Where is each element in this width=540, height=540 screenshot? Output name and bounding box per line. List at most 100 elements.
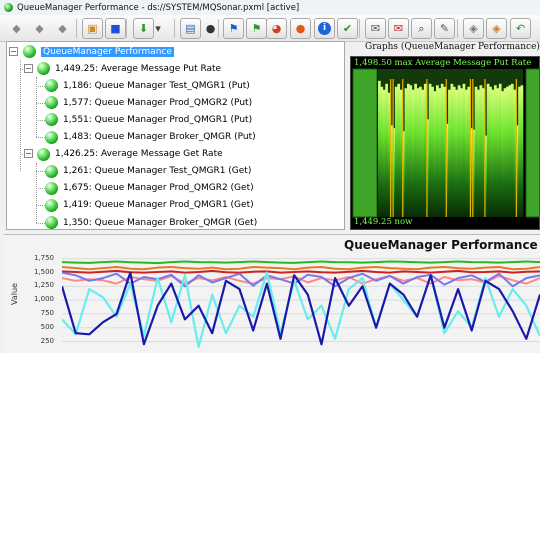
cube-gray-button[interactable]: ◆: [6, 18, 27, 39]
series-line: [62, 260, 540, 265]
tree-group-node[interactable]: 1,449.25: Average Message Put Rate: [37, 60, 221, 77]
tree-node-label: 1,483: Queue Manager Broker_QMGR (Put): [63, 132, 256, 142]
tree-node-label: 1,419: Queue Manager Prod_QMGR1 (Get): [63, 200, 254, 211]
collapse-toggle[interactable]: −: [9, 46, 18, 56]
flag-button[interactable]: ⚑: [223, 18, 244, 39]
message-close-button[interactable]: ✉: [388, 18, 409, 39]
gauge-marker: [484, 79, 486, 217]
camera-icon: ●: [205, 22, 216, 35]
tools-button[interactable]: ✎: [434, 18, 455, 39]
tag-alt-icon: ◈: [492, 22, 501, 35]
gauge-bar: [455, 89, 459, 217]
package-icon: ▣: [87, 22, 98, 35]
gauge-bar: [399, 89, 403, 217]
tree-root-node[interactable]: QueueManager Performance: [23, 43, 174, 60]
package-button[interactable]: ▣: [82, 18, 103, 39]
tree-node-label: 1,449.25: Average Message Put Rate: [55, 63, 222, 74]
tree-leaf-node[interactable]: 1,551: Queue Manager Prod_QMGR1 (Put): [45, 111, 252, 128]
cube-gray-icon: ◆: [58, 22, 67, 35]
line-chart-plot: [62, 258, 540, 349]
status-ball-icon: [45, 164, 58, 178]
gauge-marker: [445, 79, 447, 217]
series-line: [62, 269, 540, 274]
gauge-bar: [382, 89, 386, 217]
gauge-bar: [486, 83, 490, 217]
collapse-toggle[interactable]: −: [24, 63, 33, 73]
cube-gray-button[interactable]: ◆: [52, 18, 73, 39]
clipboard-button[interactable]: ▤: [180, 18, 201, 39]
dropdown-button[interactable]: ▾: [153, 18, 163, 39]
toolbar-separator: [174, 19, 175, 38]
gauge-bar: [457, 85, 461, 217]
tree-leaf-node[interactable]: 1,350: Queue Manager Broker_QMGR (Get): [45, 214, 257, 229]
gauge-bar: [407, 83, 410, 217]
gauge-marker: [402, 79, 404, 217]
gauge-bar: [409, 85, 413, 217]
info-icon: i: [318, 22, 331, 35]
gauge-bar: [378, 80, 381, 217]
line-chart-panel: QueueManager Performance Value 1,750 1,50…: [4, 234, 540, 353]
application-window: QueueManager Performance - ds://SYSTEM/M…: [0, 0, 540, 353]
gauge-bar: [448, 89, 451, 217]
flag-drop-button[interactable]: ⚑: [246, 18, 267, 39]
toolbar-separator: [359, 19, 360, 38]
tree-connector: [36, 188, 45, 190]
gauge-bar: [467, 86, 471, 217]
series-line: [62, 271, 540, 346]
tree-connector: [36, 77, 37, 138]
gauge-bar: [462, 83, 466, 217]
toolbar-separator: [218, 19, 219, 38]
gauge-bar: [416, 88, 420, 218]
stop-button[interactable]: ■: [105, 18, 126, 39]
gauge-bar: [477, 89, 480, 217]
tree-leaf-node[interactable]: 1,483: Queue Manager Broker_QMGR (Put): [45, 129, 256, 146]
gauge-bar: [474, 86, 478, 217]
tree-connector: [36, 222, 45, 224]
tree-group-node[interactable]: 1,426.25: Average Message Get Rate: [37, 146, 223, 163]
tree-node-label: 1,675: Queue Manager Prod_QMGR2 (Get): [63, 183, 254, 194]
y-tick-label: 250: [40, 336, 54, 345]
tree-leaf-node[interactable]: 1,419: Queue Manager Prod_QMGR1 (Get): [45, 197, 254, 214]
y-tick-label: 500: [40, 322, 54, 331]
tree-leaf-node[interactable]: 1,186: Queue Manager Test_QMGR1 (Put): [45, 77, 250, 94]
tree-node-label: QueueManager Performance: [41, 46, 174, 57]
gauge-bar: [501, 91, 504, 217]
cube-gray-button[interactable]: ◆: [29, 18, 50, 39]
tag-alt-button[interactable]: ◈: [486, 18, 507, 39]
tree-node-label: 1,577: Queue Manager Prod_QMGR2 (Put): [63, 97, 253, 108]
tree-leaf-node[interactable]: 1,675: Queue Manager Prod_QMGR2 (Get): [45, 180, 254, 197]
tree-pane[interactable]: QueueManager Performance −1,449.25: Avera…: [6, 41, 345, 230]
y-tick-label: 1,750: [33, 253, 54, 262]
tag-button[interactable]: ◈: [463, 18, 484, 39]
status-ball-icon: [45, 198, 58, 212]
gauge-bar: [397, 83, 401, 217]
message-button[interactable]: ✉: [365, 18, 386, 39]
record-button[interactable]: ●: [290, 18, 311, 39]
gauge-bar: [465, 89, 468, 217]
info-button[interactable]: i: [314, 18, 335, 39]
search-button[interactable]: ⌕: [411, 18, 432, 39]
gauge-bar: [496, 88, 500, 218]
tree-connector: [36, 85, 45, 87]
checkmark-button[interactable]: ✔: [337, 18, 358, 39]
tree-connector: [36, 205, 45, 207]
undo-button[interactable]: ↶: [510, 18, 531, 39]
performance-gauge[interactable]: 1,498.50 max Average Message Put Rate 1,…: [350, 56, 540, 230]
gauge-left-level: [352, 68, 378, 218]
gauge-bar: [380, 86, 384, 217]
tree-leaf-node[interactable]: 1,261: Queue Manager Test_QMGR1 (Get): [45, 163, 251, 180]
down-arrow-button[interactable]: ⬇: [133, 18, 154, 39]
app-icon: [4, 3, 13, 12]
gauge-bar: [394, 86, 398, 217]
tree-connector: [36, 119, 45, 121]
empty-area: [0, 353, 540, 540]
collapse-toggle[interactable]: −: [24, 149, 33, 159]
tree-leaf-node[interactable]: 1,577: Queue Manager Prod_QMGR2 (Put): [45, 94, 252, 111]
cube-gray-icon: ◆: [35, 22, 44, 35]
gauge-bar: [513, 89, 517, 217]
toolbar-separator: [457, 19, 458, 38]
checkmark-icon: ✔: [342, 22, 353, 35]
pie-button[interactable]: ◕: [266, 18, 287, 39]
undo-icon: ↶: [515, 22, 526, 35]
dropdown-icon: ▾: [155, 22, 161, 35]
